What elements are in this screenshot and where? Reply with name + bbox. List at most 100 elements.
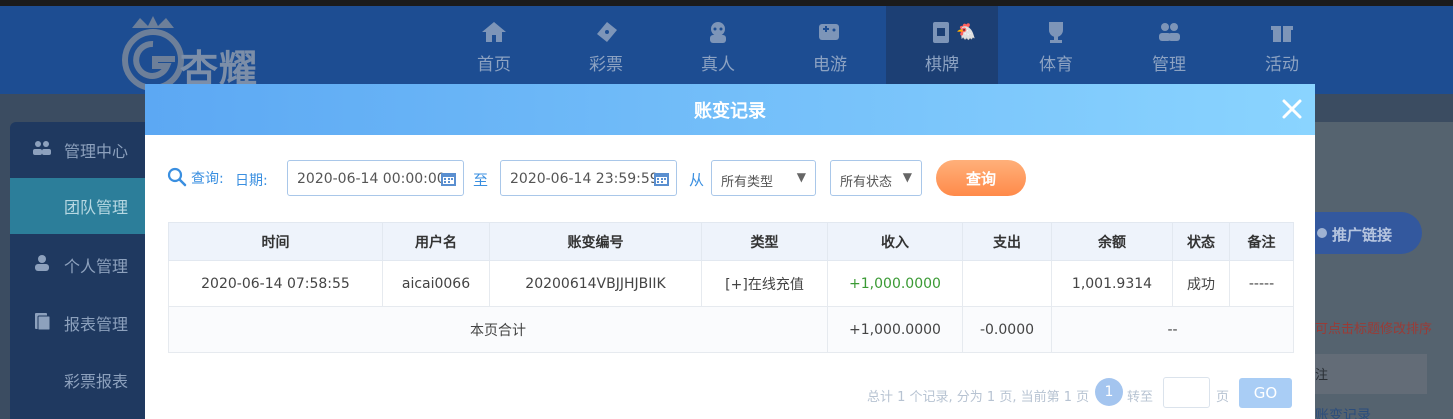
nav-item-live-dealer[interactable]: 真人 [662, 20, 774, 86]
cell-change-id: 20200614VBJJHJBIIK [489, 260, 702, 307]
start-date-input[interactable]: 2020-06-14 00:00:00 [287, 160, 464, 196]
ticket-icon [597, 22, 617, 42]
pagination: 总计 1 个记录, 分为 1 页, 当前第 1 页 1 转至 页 GO [145, 377, 1315, 409]
nav-item-home[interactable]: 首页 [438, 20, 550, 86]
brand-logo[interactable]: 杏耀 [118, 14, 308, 91]
nav-label: 活动 [1265, 55, 1299, 75]
logo-emblem-icon [122, 16, 184, 90]
sidebar: 管理中心 团队管理 个人管理 报表管理 彩票报表 [10, 122, 146, 419]
query-button[interactable]: 查询 [936, 160, 1026, 196]
dealer-icon [710, 22, 726, 43]
sidebar-item-report-management[interactable]: 报表管理 [10, 295, 146, 351]
page-suffix-label: 页 [1216, 390, 1230, 405]
status-select-value: 所有状态 [840, 175, 893, 190]
gift-icon [1271, 26, 1293, 42]
nav-item-chess[interactable]: 🐔 棋牌 [886, 6, 998, 94]
query-label: 查询: [191, 171, 224, 187]
type-select[interactable]: 所有类型 ▼ [711, 160, 816, 196]
user-icon [35, 255, 49, 271]
column-header: 用户名 [382, 222, 490, 261]
page-number-button[interactable]: 1 [1095, 378, 1123, 406]
sidebar-item-personal-management[interactable]: 个人管理 [10, 237, 146, 293]
cell-status: 成功 [1172, 260, 1230, 307]
summary-expense: -0.0000 [962, 306, 1052, 353]
to-label: 至 [473, 171, 489, 189]
summary-row: 本页合计 +1,000.0000 -0.0000 -- [168, 306, 1294, 353]
table-header-row: 时间 用户名 账变编号 类型 收入 支出 余额 状态 备注 [168, 222, 1294, 261]
nav-item-management[interactable]: 管理 [1113, 20, 1225, 86]
close-icon[interactable] [1279, 96, 1305, 122]
column-header: 类型 [701, 222, 828, 261]
nav-badge-icon: 🐔 [956, 22, 976, 41]
nav-item-promotions[interactable]: 活动 [1226, 20, 1338, 86]
sidebar-item-label: 管理中心 [64, 142, 129, 161]
right-table-header-text: 注 [1315, 368, 1329, 383]
users-icon [33, 141, 51, 155]
cell-income: +1,000.0000 [827, 260, 963, 307]
summary-rest: -- [1051, 306, 1294, 353]
sidebar-item-label: 彩票报表 [64, 372, 129, 391]
column-header: 状态 [1172, 222, 1230, 261]
from-label: 从 [689, 171, 705, 189]
nav-label: 彩票 [589, 55, 623, 75]
sidebar-item-label: 团队管理 [64, 198, 129, 217]
page-jump-input[interactable] [1163, 377, 1210, 408]
summary-income: +1,000.0000 [827, 306, 963, 353]
nav-item-sports[interactable]: 体育 [1000, 20, 1112, 86]
chevron-down-icon: ▼ [902, 170, 912, 184]
goto-label: 转至 [1127, 390, 1154, 405]
table-row: 2020-06-14 07:58:55 aicai0066 20200614VB… [168, 260, 1294, 307]
trophy-icon [1049, 22, 1063, 43]
nav-label: 体育 [1039, 55, 1073, 75]
cell-username: aicai0066 [382, 260, 490, 307]
nav-label: 首页 [477, 55, 511, 75]
nav-label: 棋牌 [925, 55, 959, 75]
column-header: 收入 [827, 222, 963, 261]
end-date-input[interactable]: 2020-06-14 23:59:59 [500, 160, 677, 196]
right-table-header [1315, 354, 1427, 394]
calendar-icon[interactable] [440, 170, 457, 187]
nav-item-egame[interactable]: 电游 [774, 20, 886, 86]
sort-hint: 可点击标题修改排序 [1315, 322, 1433, 337]
filter-row: 查询: 日期: 2020-06-14 00:00:00 至 2020-06-14… [145, 160, 1315, 198]
cell-expense [962, 260, 1052, 307]
calendar-icon[interactable] [653, 170, 670, 187]
end-date-value: 2020-06-14 23:59:59 [510, 171, 659, 187]
go-button[interactable]: GO [1239, 378, 1292, 408]
report-icon [35, 313, 51, 330]
cell-remark: ----- [1229, 260, 1294, 307]
query-button-label: 查询 [965, 170, 996, 188]
sidebar-item-label: 报表管理 [64, 315, 129, 334]
start-date-value: 2020-06-14 00:00:00 [297, 171, 446, 187]
sidebar-item-team-management[interactable]: 团队管理 [10, 178, 146, 234]
right-record-link[interactable]: 账变记录 [1315, 405, 1371, 419]
column-header: 支出 [962, 222, 1052, 261]
chevron-down-icon: ▼ [796, 170, 806, 184]
home-icon [482, 22, 506, 42]
modal-header: 账变记录 [145, 84, 1315, 135]
sidebar-item-label: 个人管理 [64, 257, 129, 276]
sidebar-item-lottery-report[interactable]: 彩票报表 [10, 352, 146, 408]
column-header: 备注 [1229, 222, 1294, 261]
cell-time: 2020-06-14 07:58:55 [168, 260, 383, 307]
nav-label: 电游 [813, 55, 847, 75]
cards-icon [933, 22, 949, 43]
modal-title: 账变记录 [694, 101, 766, 122]
promo-link-label: 推广链接 [1332, 226, 1393, 244]
date-label: 日期: [235, 173, 268, 189]
column-header: 账变编号 [489, 222, 702, 261]
type-select-value: 所有类型 [721, 175, 774, 190]
status-select[interactable]: 所有状态 ▼ [830, 160, 922, 196]
account-change-modal: 账变记录 查询: 日期: 2020-06-14 00:00:00 至 2020-… [145, 84, 1315, 419]
cell-type: [+]在线充值 [701, 260, 828, 307]
nav-label: 管理 [1152, 55, 1186, 75]
share-icon [1317, 228, 1327, 238]
sidebar-item-management-center[interactable]: 管理中心 [10, 122, 146, 178]
nav-label: 真人 [701, 55, 735, 75]
pagination-summary: 总计 1 个记录, 分为 1 页, 当前第 1 页 [867, 390, 1090, 405]
top-navbar: 杏耀 首页 彩票 真人 电游 🐔 棋牌 体育 管理 活动 [0, 6, 1453, 94]
column-header: 余额 [1051, 222, 1173, 261]
column-header: 时间 [168, 222, 383, 261]
users-icon [1159, 23, 1180, 41]
nav-item-lottery[interactable]: 彩票 [550, 20, 662, 86]
